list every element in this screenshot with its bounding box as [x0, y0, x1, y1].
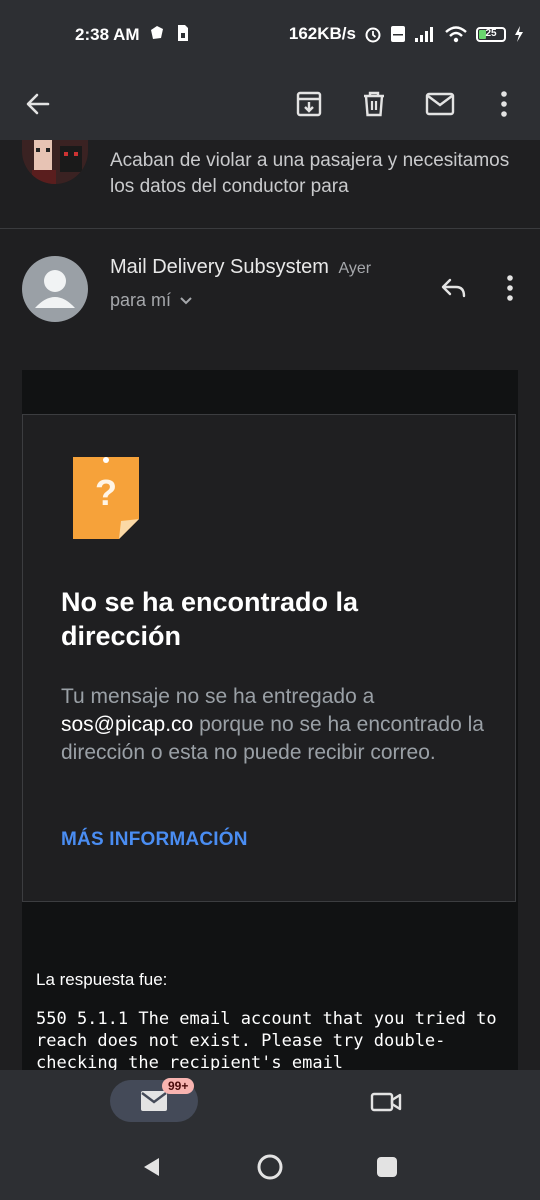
- reply-icon: [441, 278, 466, 298]
- recipient-details[interactable]: para mí: [110, 290, 193, 311]
- response-text: 550 5.1.1 The email account that you tri…: [36, 1009, 507, 1070]
- sim-icon: [178, 25, 188, 41]
- sender-name: Mail Delivery Subsystem: [110, 256, 329, 278]
- delete-button[interactable]: [352, 82, 396, 126]
- back-arrow-icon: [26, 93, 50, 115]
- more-vertical-icon: [507, 275, 513, 301]
- more-options-button[interactable]: [482, 82, 526, 126]
- signal-icon: [415, 27, 433, 42]
- system-recents-button[interactable]: [372, 1152, 402, 1182]
- circle-home-icon: [257, 1154, 283, 1180]
- person-icon: [35, 270, 75, 308]
- message-date: Ayer: [338, 260, 372, 277]
- recipient-label: para mí: [110, 290, 172, 310]
- wifi-icon: [445, 26, 467, 43]
- video-camera-icon: [370, 1092, 402, 1112]
- app-bar: [0, 68, 540, 140]
- bounced-email: sos@picap.co: [61, 713, 194, 736]
- triangle-back-icon: [144, 1158, 159, 1176]
- network-speed: 162KB/s: [288, 24, 356, 43]
- message-more-button[interactable]: [490, 266, 530, 310]
- nav-mail-tab[interactable]: 99+: [110, 1078, 198, 1122]
- nav-meet-tab[interactable]: [364, 1084, 408, 1120]
- response-label: La respuesta fue:: [36, 970, 168, 989]
- system-home-button[interactable]: [255, 1152, 285, 1182]
- bounce-card: ? No se ha encontrado la dirección Tu me…: [22, 414, 516, 902]
- avatar-image-icon: [22, 140, 88, 184]
- svg-text:?: ?: [95, 472, 117, 513]
- system-nav-bar: [0, 1132, 540, 1200]
- battery-icon: 25: [476, 26, 506, 42]
- trash-icon: [364, 91, 384, 117]
- charging-icon: [515, 26, 523, 42]
- sender-name-row: Mail Delivery Subsystem Ayer: [110, 256, 371, 279]
- status-time: 2:38 AM: [75, 25, 140, 44]
- previous-message[interactable]: Acaban de violar a una pasajera y necesi…: [0, 140, 540, 229]
- question-note-icon: ?: [73, 457, 139, 539]
- message-snippet: Acaban de violar a una pasajera y necesi…: [110, 150, 510, 197]
- archive-button[interactable]: [287, 82, 331, 126]
- reply-button[interactable]: [432, 266, 476, 310]
- unread-badge: 99+: [162, 1078, 195, 1094]
- bounce-title: No se ha encontrado la dirección: [61, 587, 359, 651]
- bottom-nav: 99+: [0, 1070, 540, 1132]
- square-recents-icon: [377, 1157, 397, 1177]
- alarm-icon: [365, 27, 381, 43]
- bounce-text-before: Tu mensaje no se ha entregado a: [61, 685, 375, 708]
- mark-unread-button[interactable]: [418, 82, 462, 126]
- archive-icon: [296, 91, 322, 117]
- message-header: Mail Delivery Subsystem Ayer para mí: [0, 228, 540, 338]
- chevron-down-icon: [180, 296, 192, 304]
- more-vertical-icon: [501, 91, 507, 117]
- more-info-link[interactable]: MÁS INFORMACIÓN: [61, 829, 248, 851]
- status-bar: 2:38 AM 162KB/s 25: [0, 0, 540, 68]
- avatar: [22, 140, 88, 184]
- mail-icon: [141, 1091, 167, 1111]
- mail-unread-icon: [425, 92, 455, 116]
- notification-icon: [151, 26, 163, 39]
- back-button[interactable]: [16, 82, 60, 126]
- sender-avatar[interactable]: [22, 256, 88, 322]
- system-back-button[interactable]: [137, 1152, 167, 1182]
- volte-icon: [391, 26, 405, 42]
- bounce-message: Tu mensaje no se ha entregado a sos@pica…: [61, 683, 491, 767]
- battery-level: 25: [485, 27, 497, 39]
- email-body: ? No se ha encontrado la dirección Tu me…: [22, 370, 518, 1070]
